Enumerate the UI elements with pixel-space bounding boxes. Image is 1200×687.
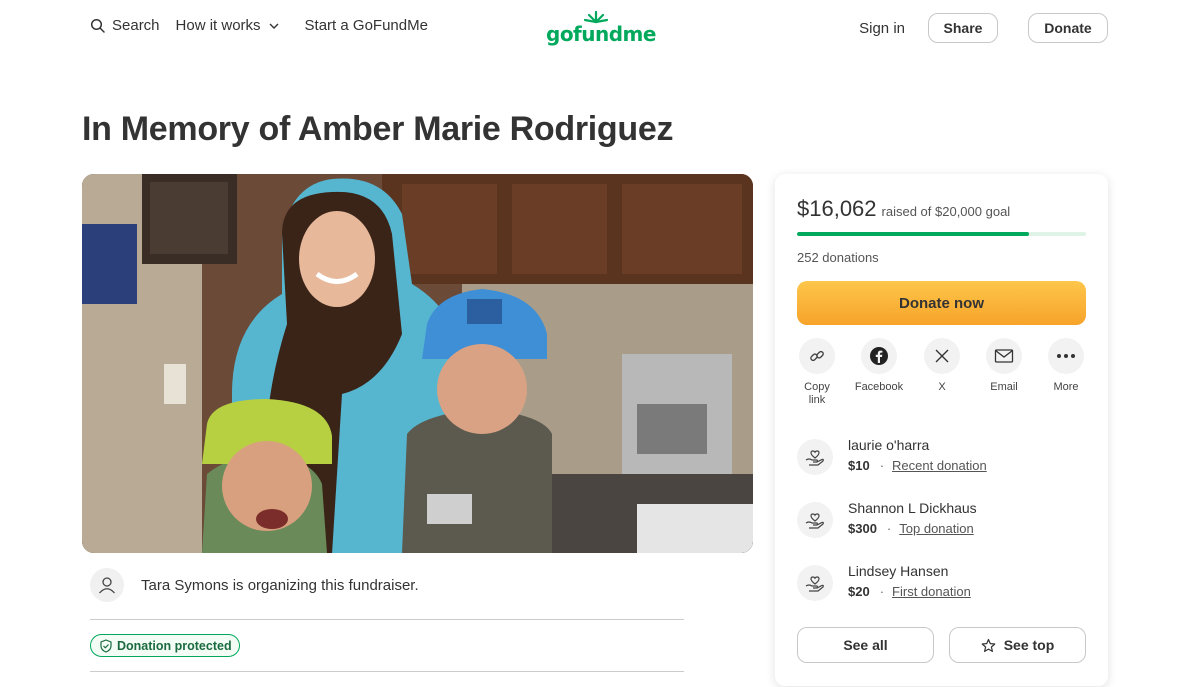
x-share-button[interactable]: X <box>917 338 967 394</box>
site-header: Search How it works Start a GoFundMe gof… <box>0 0 1200 56</box>
donation-protected-label: Donation protected <box>117 638 232 653</box>
nav-left: Search How it works Start a GoFundMe <box>90 17 428 34</box>
x-icon <box>924 338 960 374</box>
start-gofundme-link[interactable]: Start a GoFundMe <box>305 17 428 34</box>
donor-item: Lindsey Hansen $20 · First donation <box>797 563 1086 607</box>
separator-dot: · <box>879 584 885 599</box>
progress-bar-fill <box>797 232 1030 236</box>
gofundme-logo[interactable]: gofundme <box>546 10 656 46</box>
facebook-share-button[interactable]: Facebook <box>854 338 904 394</box>
share-button[interactable]: Share <box>928 13 998 43</box>
donor-meta: $300 · Top donation <box>848 521 974 536</box>
share-label: More <box>1053 381 1079 393</box>
nav-right: Sign in Share Donate <box>859 13 1108 43</box>
copy-link-button[interactable]: Copy link <box>792 338 842 407</box>
how-it-works-menu[interactable]: How it works <box>176 17 281 34</box>
donor-meta: $10 · Recent donation <box>848 458 987 473</box>
email-icon <box>986 338 1022 374</box>
donor-meta: $20 · First donation <box>848 584 971 599</box>
heart-hand-icon <box>797 565 833 601</box>
share-label: Copy link <box>804 381 830 406</box>
donation-protected-badge[interactable]: Donation protected <box>90 634 240 657</box>
progress-bar <box>797 232 1086 236</box>
start-gofundme-label: Start a GoFundMe <box>304 17 428 34</box>
organizer-row: Tara Symons is organizing this fundraise… <box>90 568 684 620</box>
donation-card: $16,062 raised of $20,000 goal 252 donat… <box>775 174 1108 686</box>
more-share-button[interactable]: More <box>1041 338 1091 394</box>
see-all-button[interactable]: See all <box>797 627 934 663</box>
heart-hand-icon <box>797 439 833 475</box>
donor-amount: $20 <box>848 584 870 599</box>
donor-name: Shannon L Dickhaus <box>848 500 977 516</box>
divider <box>90 671 684 672</box>
share-label: X <box>938 381 946 393</box>
search-label: Search <box>112 17 160 34</box>
facebook-icon <box>861 338 897 374</box>
donor-item: Shannon L Dickhaus $300 · Top donation <box>797 500 1086 544</box>
heart-hand-icon <box>797 502 833 538</box>
star-icon <box>981 638 996 652</box>
chevron-down-icon <box>269 23 279 29</box>
organizer-text: Tara Symons is organizing this fundraise… <box>141 577 419 594</box>
top-donation-link[interactable]: Top donation <box>899 521 973 536</box>
raised-goal: raised of $20,000 goal <box>881 204 1011 219</box>
sign-in-link[interactable]: Sign in <box>859 20 905 37</box>
more-icon <box>1048 338 1084 374</box>
see-top-button[interactable]: See top <box>949 627 1086 663</box>
shield-check-icon <box>100 638 112 653</box>
donate-now-button[interactable]: Donate now <box>797 281 1086 325</box>
how-it-works-label: How it works <box>175 17 261 34</box>
user-avatar-icon <box>90 568 124 602</box>
donate-button[interactable]: Donate <box>1028 13 1108 43</box>
donor-name: laurie o'harra <box>848 437 930 453</box>
share-options: Copy link Facebook X Email More <box>797 338 1086 418</box>
see-top-label: See top <box>1003 637 1055 653</box>
campaign-photo[interactable] <box>82 174 753 553</box>
search-icon <box>90 18 105 33</box>
page-title: In Memory of Amber Marie Rodriguez <box>82 110 674 148</box>
raised-summary: $16,062 raised of $20,000 goal <box>797 196 1010 222</box>
search-link[interactable]: Search <box>90 17 160 34</box>
donor-name: Lindsey Hansen <box>848 563 949 579</box>
separator-dot: · <box>879 458 885 473</box>
recent-donation-link[interactable]: Recent donation <box>892 458 987 473</box>
raised-amount: $16,062 <box>797 196 877 221</box>
share-label: Facebook <box>854 381 904 393</box>
donor-amount: $300 <box>848 521 877 536</box>
email-share-button[interactable]: Email <box>979 338 1029 394</box>
donations-count: 252 donations <box>797 250 879 265</box>
separator-dot: · <box>886 521 892 536</box>
share-label: Email <box>990 381 1018 393</box>
logo-text: gofundme <box>546 22 656 46</box>
donor-item: laurie o'harra $10 · Recent donation <box>797 437 1086 481</box>
first-donation-link[interactable]: First donation <box>892 584 971 599</box>
campaign-photo-art <box>82 174 753 553</box>
link-icon <box>799 338 835 374</box>
donor-amount: $10 <box>848 458 870 473</box>
